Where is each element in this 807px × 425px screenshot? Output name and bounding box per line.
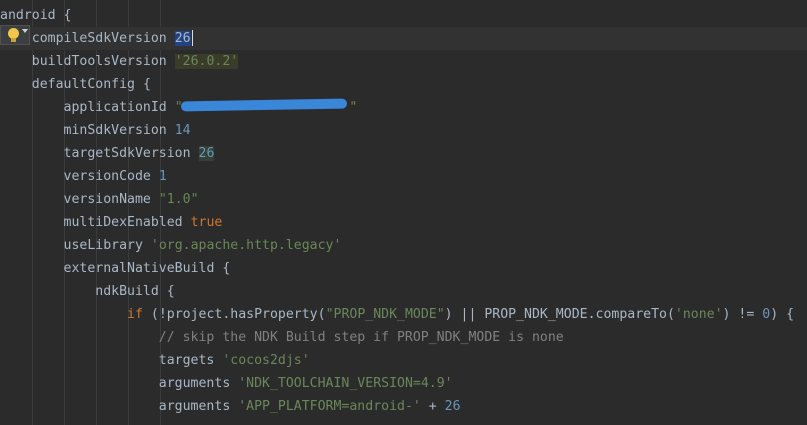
- code-line-11[interactable]: useLibrary 'org.apache.http.legacy': [0, 234, 807, 257]
- keyword-if: if: [127, 307, 143, 322]
- brace: {: [222, 261, 231, 276]
- code-line-1[interactable]: android {: [0, 4, 807, 27]
- code-line-10[interactable]: multiDexEnabled true: [0, 211, 807, 234]
- code-line-15[interactable]: // skip the NDK Build step if PROP_NDK_M…: [0, 326, 807, 349]
- number-literal: 1: [158, 169, 167, 184]
- identifier: versionName: [63, 192, 151, 207]
- code-editor[interactable]: android { compileSdkVersion 26 buildTool…: [0, 0, 807, 425]
- number-literal: 26: [174, 31, 191, 46]
- string-literal: 'org.apache.http.legacy': [150, 238, 342, 253]
- lightbulb-base: [11, 38, 16, 42]
- identifier: arguments: [158, 399, 231, 414]
- identifier: buildToolsVersion: [31, 54, 167, 69]
- brace: {: [142, 77, 151, 92]
- identifier: targetSdkVersion: [63, 146, 191, 161]
- string-literal: 'NDK_TOOLCHAIN_VERSION=4.9': [238, 376, 453, 391]
- identifier: compileSdkVersion: [31, 31, 167, 46]
- string-literal: '26.0.2': [174, 54, 239, 69]
- brace: {: [166, 284, 175, 299]
- identifier: versionCode: [63, 169, 151, 184]
- identifier: defaultConfig: [31, 77, 135, 92]
- string-literal: "PROP_NDK_MODE": [325, 307, 445, 322]
- boolean-literal: true: [190, 215, 223, 230]
- identifier: minSdkVersion: [63, 123, 167, 138]
- operator: +: [420, 399, 445, 414]
- code-line-8[interactable]: versionCode 1: [0, 165, 807, 188]
- code-line-14[interactable]: if (!project.hasProperty("PROP_NDK_MODE"…: [0, 303, 807, 326]
- string-literal: 'cocos2djs': [222, 353, 310, 368]
- brace: {: [63, 8, 72, 23]
- code-line-16[interactable]: targets 'cocos2djs': [0, 349, 807, 372]
- code-line-4[interactable]: defaultConfig {: [0, 73, 807, 96]
- code-line-13[interactable]: ndkBuild {: [0, 280, 807, 303]
- identifier: applicationId: [63, 100, 167, 115]
- identifier: targets: [158, 353, 215, 368]
- string-literal: 'none': [674, 307, 723, 322]
- identifier: useLibrary: [63, 238, 143, 253]
- identifier: android: [0, 8, 56, 23]
- intention-action-button[interactable]: [0, 25, 30, 45]
- identifier: ndkBuild: [95, 284, 159, 299]
- number-literal: 26: [444, 399, 461, 414]
- code-line-17[interactable]: arguments 'NDK_TOOLCHAIN_VERSION=4.9': [0, 372, 807, 395]
- comment: // skip the NDK Build step if PROP_NDK_M…: [158, 330, 564, 345]
- number-literal: 14: [174, 123, 191, 138]
- code-text: (!project.hasProperty(: [142, 307, 326, 322]
- string-quote: ": [349, 100, 358, 115]
- code-text: ) || PROP_NDK_MODE.compareTo(: [444, 307, 675, 322]
- identifier: arguments: [158, 376, 231, 391]
- string-literal: "1.0": [158, 192, 199, 207]
- code-line-12[interactable]: externalNativeBuild {: [0, 257, 807, 280]
- string-literal: 'APP_PLATFORM=android-': [238, 399, 421, 414]
- identifier: multiDexEnabled: [63, 215, 183, 230]
- code-line-7[interactable]: targetSdkVersion 26: [0, 142, 807, 165]
- code-text: ) !=: [722, 307, 763, 322]
- code-line-18[interactable]: arguments 'APP_PLATFORM=android-' + 26: [0, 395, 807, 418]
- identifier: externalNativeBuild: [63, 261, 215, 276]
- dropdown-arrow-icon: [22, 29, 28, 33]
- code-line-5[interactable]: applicationId " ": [0, 96, 807, 119]
- code-text: ) {: [770, 307, 795, 322]
- number-literal: 26: [198, 146, 215, 161]
- code-line-3[interactable]: buildToolsVersion '26.0.2': [0, 50, 807, 73]
- number-literal: 0: [762, 307, 771, 322]
- code-line-9[interactable]: versionName "1.0": [0, 188, 807, 211]
- text-caret: [191, 30, 193, 46]
- code-line-2[interactable]: compileSdkVersion 26: [0, 27, 807, 50]
- code-line-6[interactable]: minSdkVersion 14: [0, 119, 807, 142]
